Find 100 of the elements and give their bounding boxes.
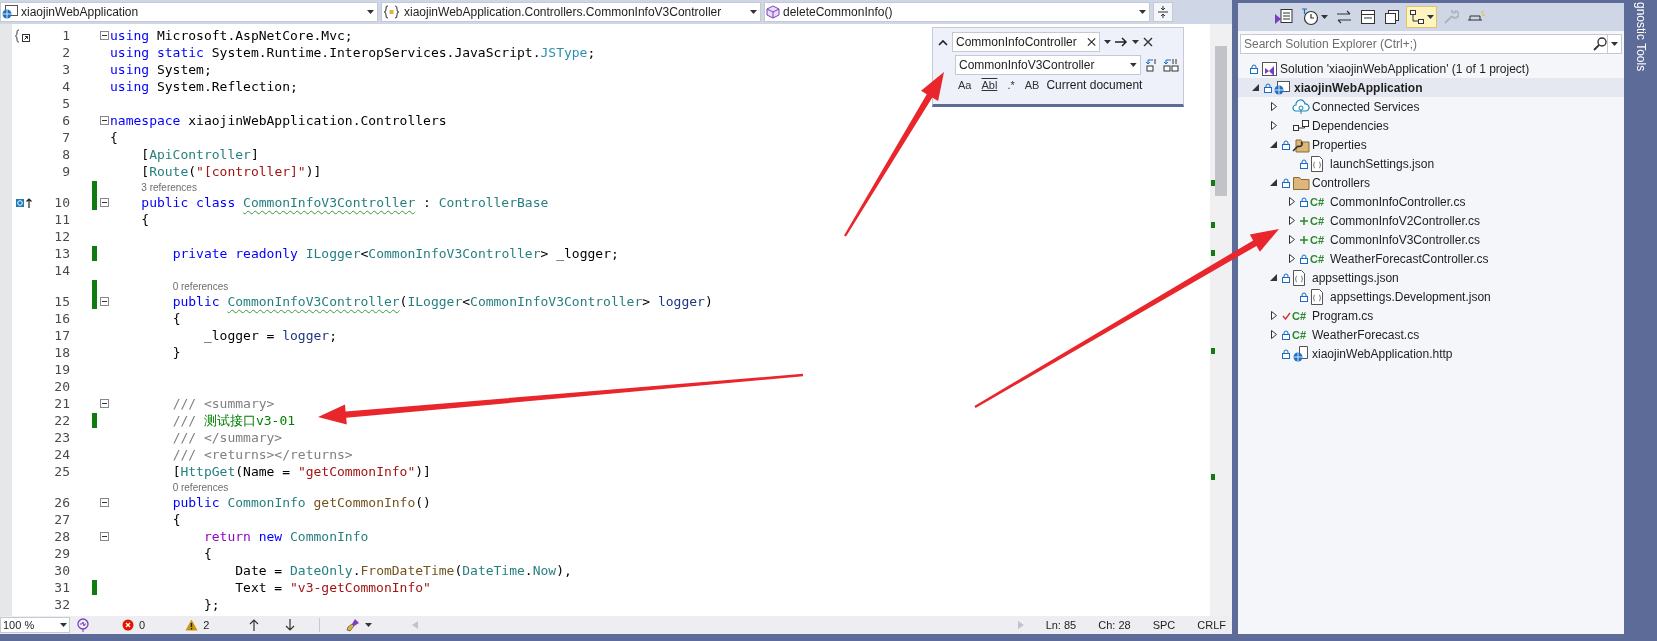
tree-item[interactable]: Dependencies bbox=[1238, 116, 1624, 135]
tree-item[interactable]: appsettings.json bbox=[1238, 268, 1624, 287]
navigation-dropdown[interactable]: xiaojinWebApplication.Controllers.CommonInfoV3Controller bbox=[381, 2, 761, 22]
sync-icon bbox=[1336, 10, 1352, 24]
code-line: { bbox=[172, 512, 181, 527]
expander-icon[interactable] bbox=[1270, 311, 1278, 320]
caret-icon bbox=[1611, 42, 1618, 46]
column-position: Ch: 28 bbox=[1098, 619, 1131, 631]
expander-icon[interactable] bbox=[1288, 235, 1296, 244]
tree-item[interactable]: Controllers bbox=[1238, 173, 1624, 192]
line-number: 15 bbox=[53, 293, 70, 310]
code-line: }; bbox=[203, 597, 220, 612]
tree-item[interactable]: launchSettings.json bbox=[1238, 154, 1624, 173]
indent-mode[interactable]: SPC bbox=[1152, 619, 1176, 631]
tree-item[interactable]: C# CommonInfoV3Controller.cs bbox=[1238, 230, 1624, 249]
expander-icon[interactable] bbox=[1288, 254, 1296, 263]
search-field[interactable]: Search Solution Explorer (Ctrl+;) bbox=[1240, 34, 1622, 54]
clock-icon bbox=[1301, 8, 1319, 26]
collapse-icon[interactable] bbox=[100, 116, 109, 125]
code-line: /// 测试接口v3-01 bbox=[172, 411, 296, 430]
expander-icon[interactable] bbox=[1270, 102, 1278, 111]
tree-item[interactable]: xiaojinWebApplication.http bbox=[1238, 344, 1624, 363]
warning-count[interactable]: 2 bbox=[203, 619, 210, 631]
tree-item[interactable]: C# WeatherForecast.cs bbox=[1238, 325, 1624, 344]
collapse-icon[interactable] bbox=[100, 31, 109, 40]
chevron-icon[interactable] bbox=[938, 38, 948, 46]
change-marker bbox=[1211, 180, 1215, 186]
tree-item[interactable]: Connected Services bbox=[1238, 97, 1624, 116]
code-line: using System.Reflection; bbox=[110, 79, 298, 94]
zoom-dropdown[interactable]: 100 % bbox=[0, 617, 70, 633]
expander-icon[interactable] bbox=[1288, 197, 1296, 206]
reference-count[interactable]: 0 references bbox=[172, 481, 229, 493]
collapse-icon[interactable] bbox=[100, 198, 109, 207]
expander-icon[interactable] bbox=[1270, 273, 1278, 282]
line-ending[interactable]: CRLF bbox=[1197, 619, 1226, 631]
tree-item[interactable]: C# CommonInfoV2Controller.cs bbox=[1238, 211, 1624, 230]
language-label: C# bbox=[1310, 233, 1325, 246]
globe-icon bbox=[1274, 80, 1290, 95]
collapse-icon bbox=[1360, 9, 1376, 25]
reference-count[interactable]: 3 references bbox=[141, 181, 197, 193]
line-number: 26 bbox=[53, 494, 70, 511]
search-scope-dropdown[interactable]: Current document bbox=[1046, 78, 1143, 92]
collapse-icon[interactable] bbox=[100, 297, 109, 306]
braces-icon bbox=[383, 5, 401, 19]
expander-icon[interactable] bbox=[1288, 216, 1296, 225]
expander-icon[interactable] bbox=[1252, 83, 1260, 92]
reference-count[interactable]: 0 references bbox=[172, 280, 229, 292]
collapse-icon[interactable] bbox=[100, 498, 109, 507]
option-toggle[interactable]: Abl bbox=[978, 79, 1001, 91]
collapse-icon[interactable] bbox=[100, 532, 109, 541]
option-toggle[interactable]: AB bbox=[1021, 79, 1043, 91]
folder-icon bbox=[1292, 174, 1310, 191]
tree-item[interactable]: xiaojinWebApplication bbox=[1238, 78, 1624, 97]
tree-item[interactable]: Solution 'xiaojinWebApplication' (1 of 1 project) bbox=[1238, 59, 1624, 78]
replace-icon bbox=[1145, 58, 1159, 72]
navigation-dropdown[interactable]: deleteCommonInfo() bbox=[764, 2, 1150, 22]
expander-icon[interactable] bbox=[1270, 330, 1278, 339]
toolbar-button[interactable] bbox=[1406, 6, 1437, 28]
search-field[interactable]: Search Solution Explorer (Ctrl+;) bbox=[1244, 37, 1593, 51]
line-number: 2 bbox=[61, 44, 70, 61]
code-line: _logger = logger; bbox=[203, 328, 337, 343]
tree-item[interactable]: appsettings.Development.json bbox=[1238, 287, 1624, 306]
search-field[interactable]: CommonInfoController bbox=[956, 35, 1084, 49]
line-number: 30 bbox=[53, 562, 70, 579]
tool-window-tab[interactable]: gnostic Tools bbox=[1633, 0, 1648, 641]
pen-icon bbox=[1467, 10, 1485, 24]
code-line: [Route("[controller]")] bbox=[141, 164, 322, 179]
code-line: /// </summary> bbox=[172, 430, 283, 445]
expander-icon[interactable] bbox=[1270, 121, 1278, 130]
code-line: public CommonInfo getCommonInfo() bbox=[172, 495, 431, 510]
replace-field[interactable]: CommonInfoV3Controller bbox=[959, 58, 1128, 72]
line-number: 3 bbox=[61, 61, 70, 78]
search-field[interactable]: CommonInfoController bbox=[952, 32, 1100, 52]
caret-icon bbox=[60, 623, 67, 627]
split-button[interactable] bbox=[1153, 2, 1173, 22]
navigation-dropdown[interactable]: xiaojinWebApplication bbox=[0, 2, 378, 22]
line-number: 12 bbox=[53, 228, 70, 245]
tree-item[interactable]: C# WeatherForecastController.cs bbox=[1238, 249, 1624, 268]
toolbar-button[interactable] bbox=[1299, 6, 1330, 28]
line-number: 13 bbox=[53, 245, 70, 262]
code-line: using static System.Runtime.InteropServices.JavaScript.JSType; bbox=[110, 45, 596, 60]
tree-item[interactable]: Properties bbox=[1238, 135, 1624, 154]
code-line: { bbox=[141, 212, 150, 227]
option-toggle[interactable]: .* bbox=[1004, 79, 1018, 91]
expander-icon[interactable] bbox=[1270, 178, 1278, 187]
code-line: public class CommonInfoV3Controller : ControllerBase bbox=[141, 195, 549, 210]
tree-item[interactable]: C# Program.cs bbox=[1238, 306, 1624, 325]
line-position: Ln: 85 bbox=[1045, 619, 1077, 631]
line-number: 24 bbox=[53, 446, 70, 463]
collapse-icon[interactable] bbox=[100, 399, 109, 408]
code-line: using System; bbox=[110, 62, 212, 77]
error-count[interactable]: 0 bbox=[139, 619, 146, 631]
expander-icon[interactable] bbox=[1270, 140, 1278, 149]
scroll-thumb[interactable] bbox=[1215, 46, 1227, 196]
replace-field[interactable]: CommonInfoV3Controller bbox=[955, 55, 1141, 75]
search-icon bbox=[1593, 37, 1607, 51]
line-number: 1 bbox=[61, 27, 70, 44]
tree-item[interactable]: C# CommonInfoController.cs bbox=[1238, 192, 1624, 211]
option-toggle[interactable]: Aa bbox=[955, 79, 975, 91]
line-number: 32 bbox=[53, 596, 70, 613]
